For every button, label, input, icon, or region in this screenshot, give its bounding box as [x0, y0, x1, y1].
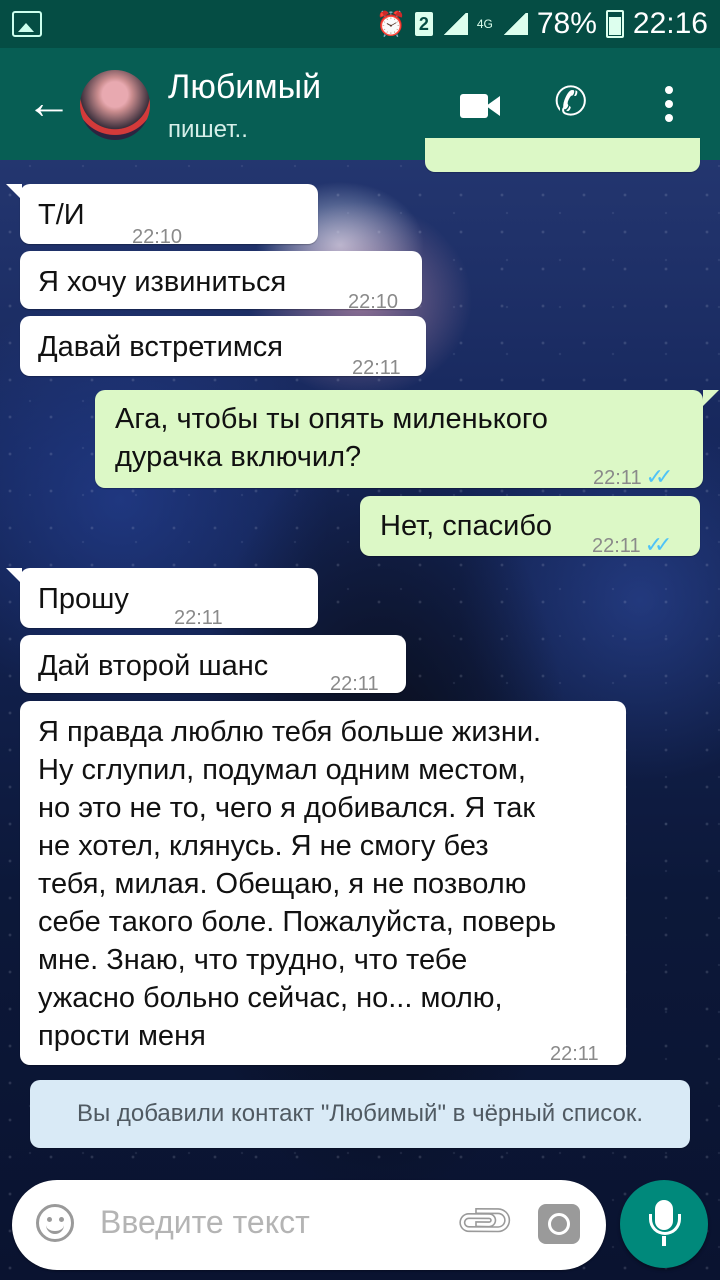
- read-ticks-icon: ✓✓: [645, 464, 674, 489]
- message-line: Я правда люблю тебя больше жизни.: [38, 716, 542, 748]
- message-text: Т/И: [38, 199, 85, 231]
- camera-icon[interactable]: [538, 1204, 580, 1244]
- gallery-notification-icon: [12, 11, 42, 37]
- message-line: Ну сглупил, подумал одним местом,: [38, 754, 526, 786]
- message-bubble-incoming[interactable]: Т/И 22:10: [20, 184, 318, 248]
- alarm-icon: ⏰: [375, 10, 406, 38]
- more-vert-icon[interactable]: [664, 86, 674, 122]
- message-time: 22:11 ✓✓: [592, 532, 673, 557]
- message-composer[interactable]: Введите текст 📎︎: [12, 1180, 606, 1270]
- message-bubble-incoming[interactable]: Я хочу извиниться 22:10: [20, 251, 422, 313]
- contact-status: пишет..: [168, 116, 248, 143]
- message-time: 22:11: [330, 673, 379, 695]
- clock: 22:16: [632, 7, 708, 40]
- message-text-line2: дурачка включил?: [115, 441, 362, 473]
- message-line: но это не то, чего я добивался. Я так: [38, 792, 536, 824]
- message-text: Я хочу извиниться: [38, 266, 287, 298]
- message-bubble-partial[interactable]: [425, 138, 700, 172]
- message-time: 22:11 ✓✓: [593, 464, 674, 489]
- message-time: 22:11: [174, 607, 223, 629]
- bubble-tail: [703, 390, 719, 406]
- system-message: Вы добавили контакт "Любимый" в чёрный с…: [30, 1080, 690, 1148]
- message-bubble-incoming[interactable]: Прошу 22:11: [20, 568, 318, 629]
- message-line: не хотел, клянусь. Я не смогу без: [38, 830, 489, 862]
- read-ticks-icon: ✓✓: [644, 532, 673, 557]
- message-time: 22:11: [352, 357, 401, 379]
- message-text: Нет, спасибо: [380, 510, 553, 542]
- message-time: 22:11: [550, 1043, 599, 1065]
- battery-icon: [605, 10, 624, 38]
- sim-badge: 2: [414, 12, 433, 36]
- bubble-tail: [6, 184, 22, 200]
- message-line: тебя, милая. Обещаю, я не позволю: [38, 868, 527, 900]
- message-text: Дай второй шанс: [38, 650, 269, 682]
- bubble-tail: [6, 568, 22, 584]
- network-type: 4G: [476, 17, 493, 31]
- message-bubble-outgoing[interactable]: Нет, спасибо 22:11 ✓✓: [360, 496, 700, 557]
- message-line: ужасно больно сейчас, но... молю,: [38, 982, 503, 1014]
- message-text: Прошу: [38, 583, 129, 615]
- message-bubble-incoming[interactable]: Дай второй шанс 22:11: [20, 635, 406, 695]
- phone-icon[interactable]: ✆: [554, 82, 588, 122]
- status-bar: ⏰ 2 4G 78% 22:16: [0, 0, 720, 48]
- message-line: себе такого боле. Пожалуйста, поверь: [38, 906, 557, 938]
- battery-percent: 78%: [536, 7, 597, 40]
- status-bar-right: ⏰ 2 4G 78% 22:16: [375, 7, 708, 40]
- voice-record-button[interactable]: [620, 1180, 708, 1268]
- message-bubble-incoming[interactable]: Я правда люблю тебя больше жизни. Ну сгл…: [20, 701, 626, 1065]
- mic-icon: [649, 1200, 681, 1235]
- message-bubble-outgoing[interactable]: Ага, чтобы ты опять миленького дурачка в…: [95, 390, 703, 489]
- message-text: Давай встретимся: [38, 331, 284, 363]
- emoji-icon[interactable]: [36, 1204, 74, 1242]
- avatar[interactable]: [80, 70, 150, 140]
- attach-clip-icon[interactable]: 📎︎: [451, 1187, 520, 1256]
- message-text: Я правда люблю тебя больше жизни. Ну сгл…: [38, 713, 618, 1055]
- message-input[interactable]: Введите текст: [100, 1204, 310, 1241]
- contact-name[interactable]: Любимый: [168, 68, 321, 107]
- message-bubble-incoming[interactable]: Давай встретимся 22:11: [20, 316, 426, 379]
- message-line: прости меня: [38, 1020, 206, 1052]
- back-arrow-icon[interactable]: ←: [26, 79, 72, 126]
- signal-icon: [441, 13, 468, 35]
- message-line: мне. Знаю, что трудно, что тебе: [38, 944, 468, 976]
- video-call-icon[interactable]: [460, 92, 500, 120]
- message-text-line1: Ага, чтобы ты опять миленького: [115, 403, 548, 435]
- signal-icon-2: [501, 13, 528, 35]
- mic-stand: [662, 1236, 666, 1246]
